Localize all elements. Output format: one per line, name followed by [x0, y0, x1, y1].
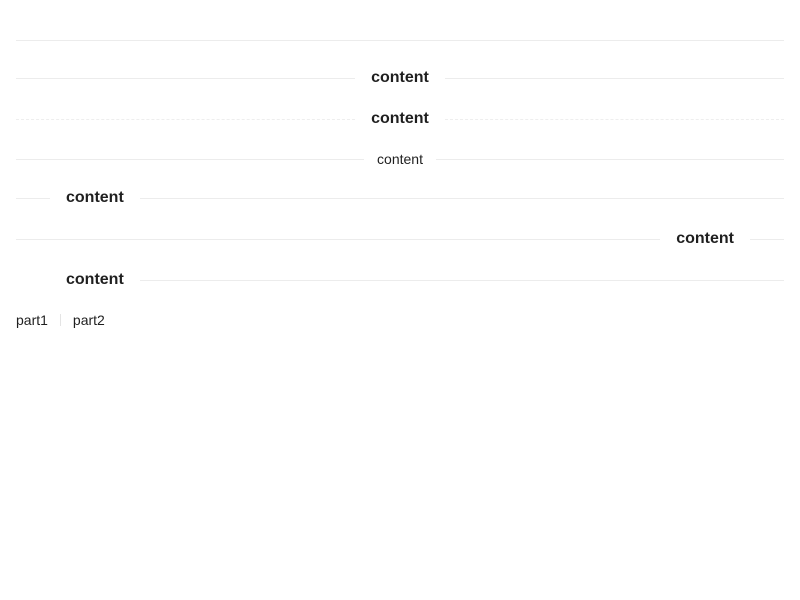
divider-with-text-left: content: [16, 188, 784, 208]
vertical-divider-row: part1 part2: [16, 310, 105, 330]
divider-with-text-left-plain: content: [16, 270, 784, 290]
divider-line-left: [16, 77, 356, 79]
divider-text: content: [377, 151, 423, 167]
divider-with-text-small: content: [16, 149, 784, 169]
split-part-1: part1: [16, 312, 48, 328]
divider-line-right: [444, 118, 784, 120]
divider-line-right: [444, 77, 784, 79]
divider-line-left: [16, 238, 661, 240]
divider-line-left: [16, 197, 50, 199]
split-part-2: part2: [72, 312, 105, 328]
divider-text: content: [66, 271, 124, 288]
divider-text: content: [371, 110, 429, 127]
divider-with-text-center: content: [16, 68, 784, 88]
divider-line-left: [16, 118, 356, 120]
vertical-divider: [59, 314, 61, 326]
divider-line-right: [750, 238, 784, 240]
divider-line-left: [16, 158, 365, 160]
divider-line-right: [435, 158, 784, 160]
divider-text: content: [371, 69, 429, 86]
divider-line: [16, 39, 784, 41]
divider-with-text-dashed: content: [16, 109, 784, 129]
horizontal-divider-plain: [16, 30, 784, 50]
divider-line-right: [139, 279, 784, 281]
divider-text: content: [676, 230, 734, 247]
divider-text: content: [66, 189, 124, 206]
divider-line-right: [139, 197, 784, 199]
divider-with-text-right: content: [16, 229, 784, 249]
